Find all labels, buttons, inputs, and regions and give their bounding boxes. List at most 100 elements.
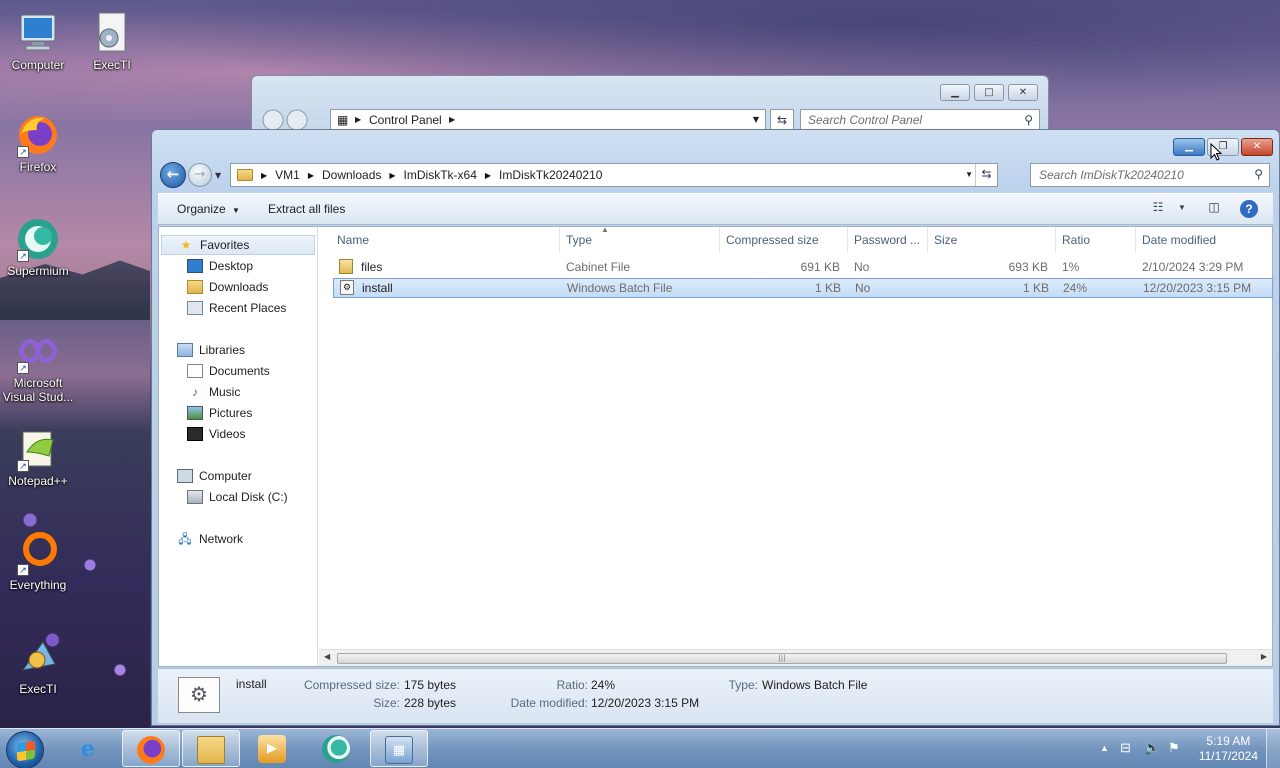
column-header-ratio[interactable]: Ratio — [1056, 227, 1136, 253]
videos-icon — [187, 427, 203, 441]
control-panel-search-input[interactable]: Search Control Panel ⚲ — [800, 109, 1040, 131]
supermium-icon — [322, 735, 350, 763]
file-list: ▲ Name Type Compressed size Password ...… — [319, 225, 1273, 666]
nav-item-downloads[interactable]: Downloads — [187, 277, 268, 297]
back-button[interactable]: ← — [160, 162, 186, 188]
nav-item-documents[interactable]: Documents — [187, 361, 270, 381]
folder-icon — [237, 169, 253, 181]
nav-item-desktop[interactable]: Desktop — [187, 256, 253, 276]
desktop-icon-visual-studio[interactable]: ↗ Microsoft Visual Stud... — [0, 328, 76, 404]
maximize-button[interactable]: □ — [974, 84, 1004, 101]
explorer-window[interactable]: ▁ ❐ ✕ ← → ▼ ▶ VM1 ▶ Downloads ▶ ImDiskTk… — [151, 129, 1280, 726]
nav-item-local-disk[interactable]: Local Disk (C:) — [187, 487, 288, 507]
control-panel-address-bar[interactable]: ▦ ▶ Control Panel ▶ ▼ — [330, 109, 766, 131]
clock[interactable]: 5:19 AM 11/17/2024 — [1199, 734, 1258, 764]
desktop-icon-firefox[interactable]: ↗ Firefox — [0, 112, 76, 174]
nav-item-network[interactable]: 🖧 Network — [177, 529, 243, 549]
breadcrumb-vm1[interactable]: VM1 — [275, 168, 300, 182]
scroll-right-icon[interactable]: ▶ — [1261, 652, 1267, 661]
details-file-name: install — [236, 677, 267, 691]
chevron-down-icon[interactable]: ▼ — [1172, 203, 1192, 221]
search-input[interactable]: Search ImDiskTk20240210 ⚲ — [1030, 163, 1270, 187]
taskbar-file-explorer[interactable] — [182, 730, 240, 767]
desktop-icon-supermium[interactable]: ↗ Supermium — [0, 216, 76, 278]
documents-icon — [187, 364, 203, 378]
nav-item-pictures[interactable]: Pictures — [187, 403, 252, 423]
minimize-button[interactable]: ▁ — [1173, 138, 1205, 156]
refresh-icon[interactable]: ⇆ — [975, 164, 997, 186]
taskbar-media-player[interactable]: ▶ — [244, 730, 302, 767]
nav-item-libraries[interactable]: Libraries — [177, 340, 245, 360]
extract-all-files-button[interactable]: Extract all files — [268, 202, 345, 216]
taskbar-supermium[interactable] — [308, 730, 366, 767]
start-button[interactable] — [6, 731, 44, 768]
control-panel-icon: ▦ — [337, 113, 349, 127]
close-button[interactable]: ✕ — [1241, 138, 1273, 156]
refresh-icon[interactable]: ⇆ — [770, 109, 794, 131]
desktop-icon-everything[interactable]: ↗ Everything — [0, 530, 76, 592]
mouse-cursor-icon — [1210, 143, 1222, 161]
taskbar: e ▶ ▦ ▲ ⊟ 🔈 ⚑ 5:19 AM 11/17/2024 — [0, 728, 1280, 768]
chevron-down-icon[interactable]: ▼ — [753, 115, 759, 124]
nav-item-music[interactable]: ♪ Music — [187, 382, 240, 402]
search-icon: ⚲ — [1254, 167, 1263, 181]
nav-item-videos[interactable]: Videos — [187, 424, 245, 444]
view-options-icon[interactable]: ☷ — [1148, 200, 1168, 218]
minimize-button[interactable]: ▁ — [940, 84, 970, 101]
navigation-pane: ★ Favorites Desktop Downloads Recent Pla… — [159, 227, 318, 666]
desktop-icon — [187, 259, 203, 273]
recent-places-icon — [187, 301, 203, 315]
action-center-flag-icon[interactable]: ⚑ — [1168, 740, 1180, 756]
nav-item-recent-places[interactable]: Recent Places — [187, 298, 286, 318]
taskbar-firefox[interactable] — [122, 730, 180, 767]
address-bar[interactable]: ▶ VM1 ▶ Downloads ▶ ImDiskTk-x64 ▶ ImDis… — [230, 163, 998, 187]
desktop-icon-execti-2[interactable]: ExecTI — [0, 634, 76, 696]
network-icon[interactable]: ⊟ — [1120, 740, 1131, 756]
column-header-size[interactable]: Size — [928, 227, 1056, 253]
horizontal-scrollbar[interactable]: ◀ ||| ▶ — [319, 649, 1272, 666]
shortcut-arrow-icon: ↗ — [17, 564, 29, 576]
help-icon[interactable]: ? — [1240, 200, 1258, 218]
taskbar-control-panel[interactable]: ▦ — [370, 730, 428, 767]
column-header-password[interactable]: Password ... — [848, 227, 928, 253]
organize-button[interactable]: Organize ▼ — [177, 202, 240, 216]
firefox-icon: ↗ — [15, 112, 61, 158]
forward-button[interactable]: → — [188, 163, 212, 187]
show-hidden-icons-icon[interactable]: ▲ — [1100, 743, 1109, 753]
taskbar-internet-explorer[interactable]: e — [60, 730, 118, 767]
music-icon: ♪ — [192, 385, 198, 399]
column-header-type[interactable]: Type — [560, 227, 720, 253]
execti-icon — [89, 10, 135, 56]
control-panel-nav-buttons[interactable] — [262, 109, 318, 131]
scroll-left-icon[interactable]: ◀ — [324, 652, 330, 661]
show-desktop-button[interactable] — [1266, 729, 1280, 768]
history-dropdown-icon[interactable]: ▼ — [215, 171, 221, 180]
table-row[interactable]: ⚙ install Windows Batch File 1 KB No 1 K… — [333, 278, 1273, 298]
column-header-date-modified[interactable]: Date modified — [1136, 227, 1272, 253]
nav-item-computer[interactable]: Computer — [177, 466, 252, 486]
chevron-down-icon: ▼ — [232, 206, 240, 215]
visual-studio-icon: ↗ — [15, 328, 61, 374]
table-row[interactable]: files Cabinet File 691 KB No 693 KB 1% 2… — [333, 257, 1273, 277]
desktop-icon-execti[interactable]: ExecTI — [74, 10, 150, 72]
nav-item-favorites[interactable]: ★ Favorites — [161, 235, 315, 255]
desktop-icon-notepadpp[interactable]: ↗ Notepad++ — [0, 426, 76, 488]
computer-icon — [15, 10, 61, 56]
volume-icon[interactable]: 🔈 — [1144, 740, 1160, 756]
chevron-down-icon[interactable]: ▼ — [965, 170, 973, 179]
column-header-name[interactable]: Name — [331, 227, 560, 253]
breadcrumb-imdisktk20240210[interactable]: ImDiskTk20240210 — [499, 168, 602, 182]
preview-pane-icon[interactable]: ◫ — [1204, 200, 1224, 218]
content-pane: ★ Favorites Desktop Downloads Recent Pla… — [158, 225, 1273, 667]
control-panel-caption-buttons: ▁ □ ✕ — [940, 84, 1038, 101]
chevron-right-icon: ▶ — [449, 115, 456, 124]
windows-logo-icon — [17, 740, 35, 762]
close-button[interactable]: ✕ — [1008, 84, 1038, 101]
scrollbar-thumb[interactable]: ||| — [337, 653, 1227, 664]
chevron-right-icon: ▶ — [355, 115, 362, 124]
search-icon: ⚲ — [1024, 113, 1033, 127]
column-header-compressed-size[interactable]: Compressed size — [720, 227, 848, 253]
desktop-icon-computer[interactable]: Computer — [0, 10, 76, 72]
breadcrumb-imdisktk-x64[interactable]: ImDiskTk-x64 — [404, 168, 477, 182]
breadcrumb-downloads[interactable]: Downloads — [322, 168, 381, 182]
